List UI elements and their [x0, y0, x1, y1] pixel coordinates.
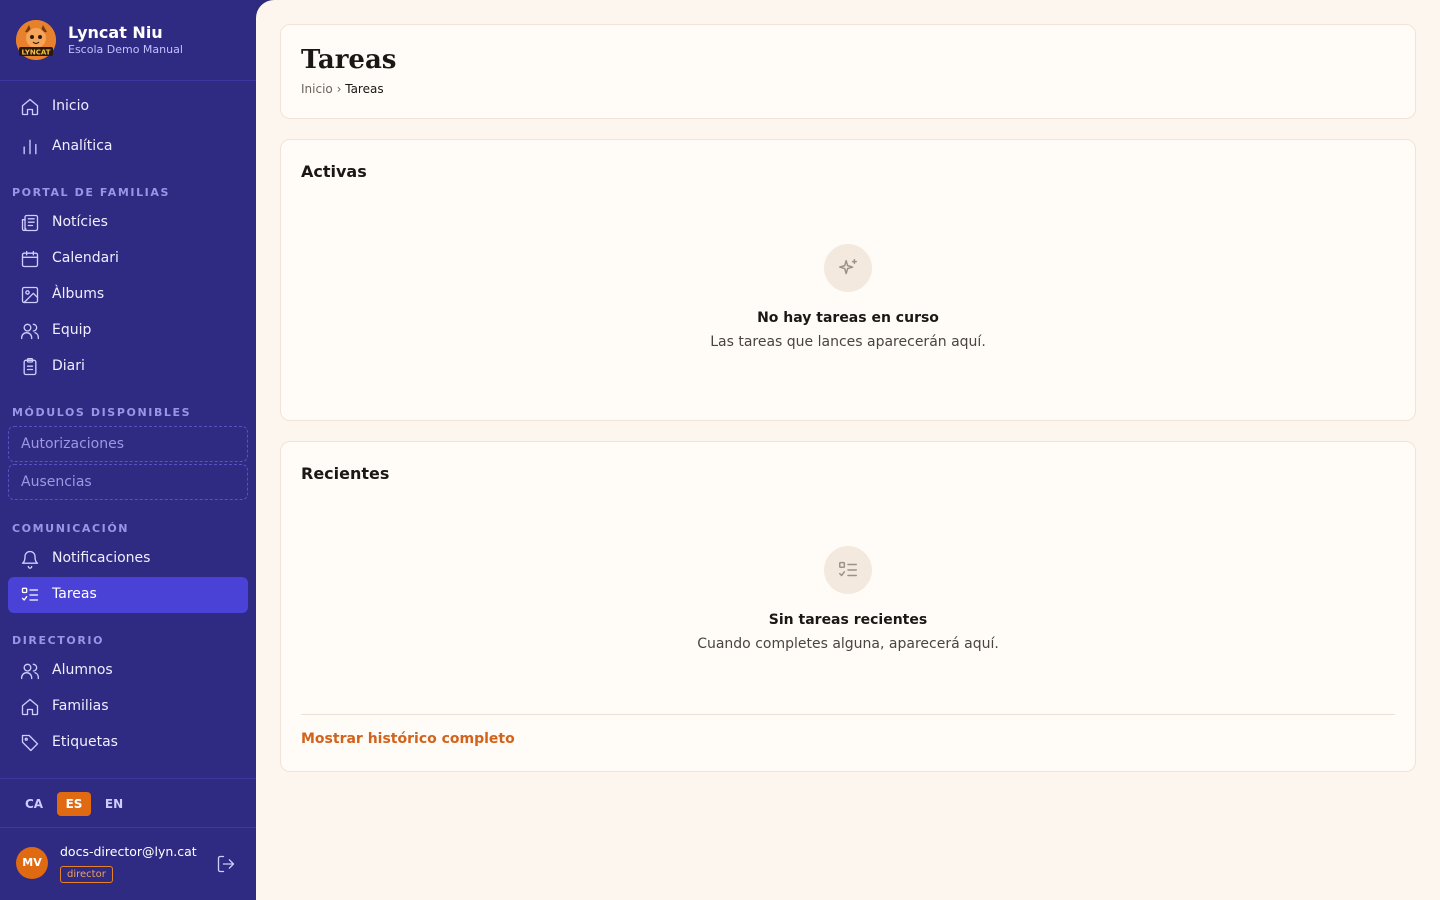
tag-icon	[20, 733, 40, 753]
newspaper-icon	[20, 213, 40, 233]
nav-item-notificaciones[interactable]: Notificaciones	[8, 541, 248, 577]
module-label: Ausencias	[21, 474, 92, 490]
nav-label: Tareas	[52, 586, 97, 602]
image-icon	[20, 285, 40, 305]
main-content: Tareas Inicio › Tareas Activas No hay ta…	[256, 0, 1440, 900]
nav-label: Alumnos	[52, 662, 113, 678]
brand-logo[interactable]: LYNCAT	[16, 20, 56, 60]
svg-text:LYNCAT: LYNCAT	[21, 49, 50, 57]
section-title-portal: PORTAL DE FAMILIAS	[12, 186, 171, 199]
nav-item-etiquetas[interactable]: Etiquetas	[8, 725, 248, 761]
bell-icon	[20, 549, 40, 569]
nav-item-alumnos[interactable]: Alumnos	[8, 653, 248, 689]
list-checks-icon	[20, 585, 40, 605]
sparkles-icon	[824, 244, 872, 292]
nav-label: Familias	[52, 698, 109, 714]
nav-item-calendari[interactable]: Calendari	[8, 241, 248, 277]
nav-label: Inicio	[52, 98, 90, 114]
empty-state-title: No hay tareas en curso	[757, 310, 939, 326]
home-icon	[20, 697, 40, 717]
language-switcher: CA ES EN	[0, 778, 256, 828]
empty-state-title: Sin tareas recientes	[768, 612, 928, 628]
breadcrumb-separator: ›	[336, 82, 342, 96]
nav-label: Equip	[52, 322, 92, 338]
brand-name: Lyncat Niu	[68, 23, 163, 42]
empty-state-subtitle: Las tareas que lances aparecerán aquí.	[710, 334, 986, 350]
section-title-modules: MÓDULOS DISPONIBLES	[12, 406, 192, 419]
avatar[interactable]: MV	[16, 847, 48, 879]
users-icon	[20, 321, 40, 341]
lang-button-en[interactable]: EN	[97, 792, 131, 816]
empty-state-subtitle: Cuando completes alguna, aparecerá aquí.	[697, 636, 999, 652]
nav-item-familias[interactable]: Familias	[8, 689, 248, 725]
list-checks-icon	[824, 546, 872, 594]
page-title: Tareas	[301, 45, 397, 75]
nav-item-diari[interactable]: Diari	[8, 349, 248, 385]
nav-item-equip[interactable]: Equip	[8, 313, 248, 349]
module-item-autorizaciones[interactable]: Autorizaciones	[8, 426, 248, 462]
breadcrumb: Inicio › Tareas	[301, 82, 384, 96]
calendar-icon	[20, 249, 40, 269]
card-title-active: Activas	[301, 162, 367, 181]
recent-tasks-card: Recientes Sin tareas recientes Cuando co…	[280, 441, 1416, 772]
sidebar: LYNCAT Lyncat Niu Escola Demo Manual Ini…	[0, 0, 256, 900]
section-title-communication: COMUNICACIÓN	[12, 522, 130, 535]
users-icon	[20, 661, 40, 681]
page-header-card: Tareas Inicio › Tareas	[280, 24, 1416, 119]
breadcrumb-home[interactable]: Inicio	[301, 82, 333, 96]
lang-button-ca[interactable]: CA	[17, 792, 51, 816]
module-label: Autorizaciones	[21, 436, 125, 452]
nav-label: Analítica	[52, 138, 113, 154]
card-title-recent: Recientes	[301, 464, 390, 483]
user-role-badge: director	[60, 866, 113, 883]
nav-label: Diari	[52, 358, 85, 374]
section-title-directory: DIRECTORIO	[12, 634, 105, 647]
divider	[301, 714, 1395, 715]
logout-icon[interactable]	[216, 854, 236, 874]
lang-button-es[interactable]: ES	[57, 792, 91, 816]
brand-header: LYNCAT Lyncat Niu Escola Demo Manual	[0, 0, 256, 81]
nav-label: Etiquetas	[52, 734, 118, 750]
bar-chart-icon	[20, 137, 40, 157]
nav-item-tareas[interactable]: Tareas	[8, 577, 248, 613]
nav-label: Àlbums	[52, 286, 105, 302]
nav-item-albums[interactable]: Àlbums	[8, 277, 248, 313]
nav-item-inicio[interactable]: Inicio	[8, 89, 248, 125]
clipboard-icon	[20, 357, 40, 377]
brand-subtitle: Escola Demo Manual	[68, 43, 183, 56]
nav-item-analitica[interactable]: Analítica	[8, 129, 248, 165]
breadcrumb-current: Tareas	[345, 82, 384, 96]
user-email: docs-director@lyn.cat	[60, 844, 197, 859]
nav-label: Calendari	[52, 250, 119, 266]
home-icon	[20, 97, 40, 117]
show-full-history-link[interactable]: Mostrar histórico completo	[301, 731, 515, 747]
nav-item-noticies[interactable]: Notícies	[8, 205, 248, 241]
nav-label: Notificaciones	[52, 550, 151, 566]
module-item-ausencias[interactable]: Ausencias	[8, 464, 248, 500]
active-tasks-card: Activas No hay tareas en curso Las tarea…	[280, 139, 1416, 421]
nav-label: Notícies	[52, 214, 108, 230]
